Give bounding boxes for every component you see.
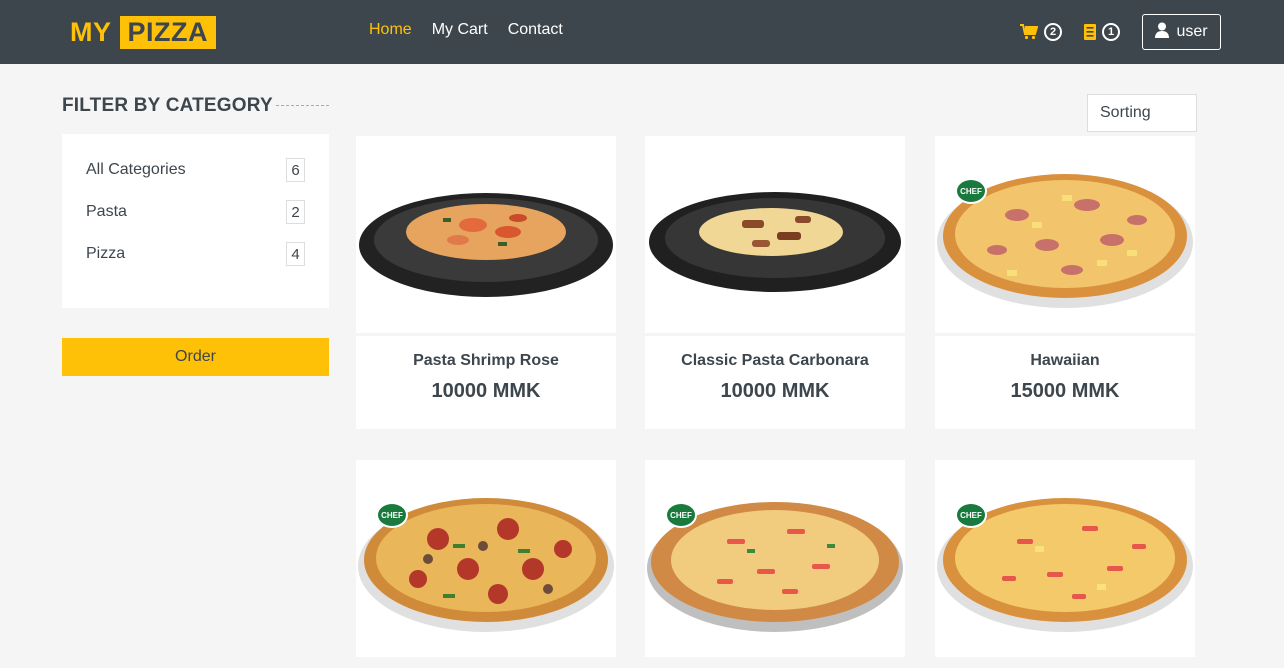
product-price: 15000 MMK [1010,380,1120,402]
product-card[interactable]: Classic Pasta Carbonara 10000 MMK [645,136,905,429]
logo[interactable]: MY PIZZA [70,16,216,49]
product-card[interactable]: CHEF [935,460,1195,660]
category-pizza[interactable]: Pizza 4 [86,242,305,266]
chef-badge-icon: CHEF [955,178,987,204]
chef-badge-icon: CHEF [376,502,408,528]
filter-title: FILTER BY CATEGORY [62,95,273,116]
product-name: Hawaiian [1030,352,1100,369]
product-name: Classic Pasta Carbonara [681,352,869,369]
cart-button[interactable]: 2 [1020,23,1062,41]
top-navbar: MY PIZZA Home My Cart Contact 2 1 user [0,0,1284,64]
category-label: Pizza [86,245,126,262]
product-name: Pasta Shrimp Rose [413,352,559,369]
user-icon [1155,22,1170,43]
nav-home-link[interactable]: Home [369,21,412,39]
chef-badge-icon: CHEF [665,502,697,528]
product-card[interactable]: CHEF [645,460,905,660]
logo-word-pizza: PIZZA [119,16,216,49]
nav-my-cart-link[interactable]: My Cart [432,21,488,39]
product-price: 10000 MMK [720,380,830,402]
title-divider [276,105,329,106]
category-count: 2 [286,200,305,224]
product-image [645,136,905,336]
category-pasta[interactable]: Pasta 2 [86,200,305,224]
product-price: 10000 MMK [431,380,541,402]
main-nav: Home My Cart Contact [369,21,563,39]
orders-button[interactable]: 1 [1084,23,1120,41]
category-label: Pasta [86,203,127,220]
category-count: 6 [286,158,305,182]
receipt-icon [1084,24,1096,40]
sorting-select[interactable]: Sorting [1087,94,1197,132]
cart-icon [1020,24,1038,40]
product-card[interactable]: Pasta Shrimp Rose 10000 MMK [356,136,616,429]
product-image: CHEF [935,136,1195,336]
category-label: All Categories [86,161,186,178]
category-all[interactable]: All Categories 6 [86,158,305,182]
product-image [356,136,616,336]
product-image: CHEF [356,460,616,660]
user-menu-button[interactable]: user [1142,14,1221,50]
category-filter-panel: All Categories 6 Pasta 2 Pizza 4 [62,134,329,308]
order-button[interactable]: Order [62,338,329,376]
user-label: user [1176,23,1208,40]
category-count: 4 [286,242,305,266]
product-image: CHEF [935,460,1195,660]
orders-count-badge: 1 [1102,23,1120,41]
product-image: CHEF [645,460,905,660]
cart-count-badge: 2 [1044,23,1062,41]
logo-word-my: MY [70,17,112,47]
product-card[interactable]: CHEF Hawaiian 15000 MMK [935,136,1195,429]
nav-contact-link[interactable]: Contact [508,21,563,39]
product-card[interactable]: CHEF [356,460,616,660]
chef-badge-icon: CHEF [955,502,987,528]
